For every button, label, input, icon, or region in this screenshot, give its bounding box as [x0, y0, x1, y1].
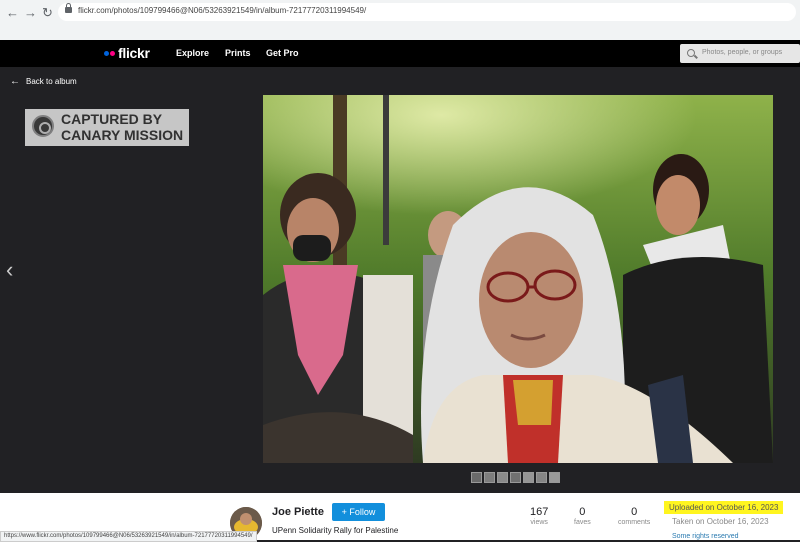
chevron-left-icon[interactable]: ‹	[6, 257, 13, 283]
seal-icon	[32, 115, 54, 137]
thumbnail-strip	[471, 472, 560, 484]
faves-label: faves	[574, 519, 591, 526]
logo-dot-blue	[104, 51, 109, 56]
address-bar[interactable]: flickr.com/photos/109799466@N06/53263921…	[58, 3, 796, 21]
taken-date: Taken on October 16, 2023	[672, 517, 769, 526]
watermark-badge: CAPTURED BY CANARY MISSION	[25, 109, 189, 146]
comments-count: 0	[631, 506, 638, 518]
comments-stat: 0 comments	[618, 506, 650, 526]
address-text[interactable]: flickr.com/photos/109799466@N06/53263921…	[78, 6, 366, 15]
main-photo	[263, 95, 773, 463]
views-stat: 167 views	[530, 506, 548, 526]
watermark-line-1: CAPTURED BY	[61, 111, 163, 127]
views-count: 167	[530, 506, 549, 518]
nav-get-pro[interactable]: Get Pro	[266, 48, 299, 58]
photo-viewer: ← Back to album CAPTURED BY CANARY MISSIO…	[0, 67, 800, 493]
thumbnail[interactable]	[523, 472, 534, 483]
photo-title: UPenn Solidarity Rally for Palestine	[272, 526, 399, 535]
thumbnail[interactable]	[536, 472, 547, 483]
arrow-left-icon: ←	[10, 76, 20, 87]
logo-text: flickr	[118, 45, 150, 61]
nav-explore[interactable]: Explore	[176, 48, 209, 58]
logo-dot-pink	[110, 51, 115, 56]
views-label: views	[530, 519, 548, 526]
back-arrow-icon[interactable]: ←	[6, 5, 19, 21]
license-link[interactable]: Some rights reserved	[672, 533, 739, 540]
thumbnail[interactable]	[497, 472, 508, 483]
watermark-text: CAPTURED BY CANARY MISSION	[61, 111, 183, 143]
comments-label: comments	[618, 519, 651, 526]
search-icon[interactable]	[687, 49, 695, 57]
reload-icon[interactable]: ↻	[42, 5, 53, 21]
photo-illustration	[263, 95, 773, 463]
browser-chrome: ← → ↻ flickr.com/photos/109799466@N06/53…	[0, 0, 800, 40]
watermark-line-2: CANARY MISSION	[61, 127, 184, 143]
faves-count: 0	[579, 506, 586, 518]
nav-prints[interactable]: Prints	[225, 48, 251, 58]
site-header: flickr Explore Prints Get Pro Photos, pe…	[0, 40, 800, 67]
search-placeholder[interactable]: Photos, people, or groups	[702, 49, 782, 56]
status-bar-url: https://www.flickr.com/photos/109799466@…	[0, 531, 257, 542]
owner-name[interactable]: Joe Piette	[272, 506, 324, 518]
thumbnail[interactable]	[471, 472, 482, 483]
follow-button[interactable]: + Follow	[332, 503, 385, 521]
back-to-album-link[interactable]: ← Back to album	[10, 76, 77, 87]
lock-icon	[65, 3, 72, 13]
faves-stat: 0 faves	[574, 506, 591, 526]
forward-arrow-icon[interactable]: →	[24, 5, 37, 21]
search-box[interactable]: Photos, people, or groups	[680, 44, 800, 63]
back-to-album-label: Back to album	[26, 77, 77, 86]
thumbnail[interactable]	[549, 472, 560, 483]
thumbnail[interactable]	[510, 472, 521, 483]
thumbnail[interactable]	[484, 472, 495, 483]
uploaded-date: Uploaded on October 16, 2023	[664, 501, 784, 514]
